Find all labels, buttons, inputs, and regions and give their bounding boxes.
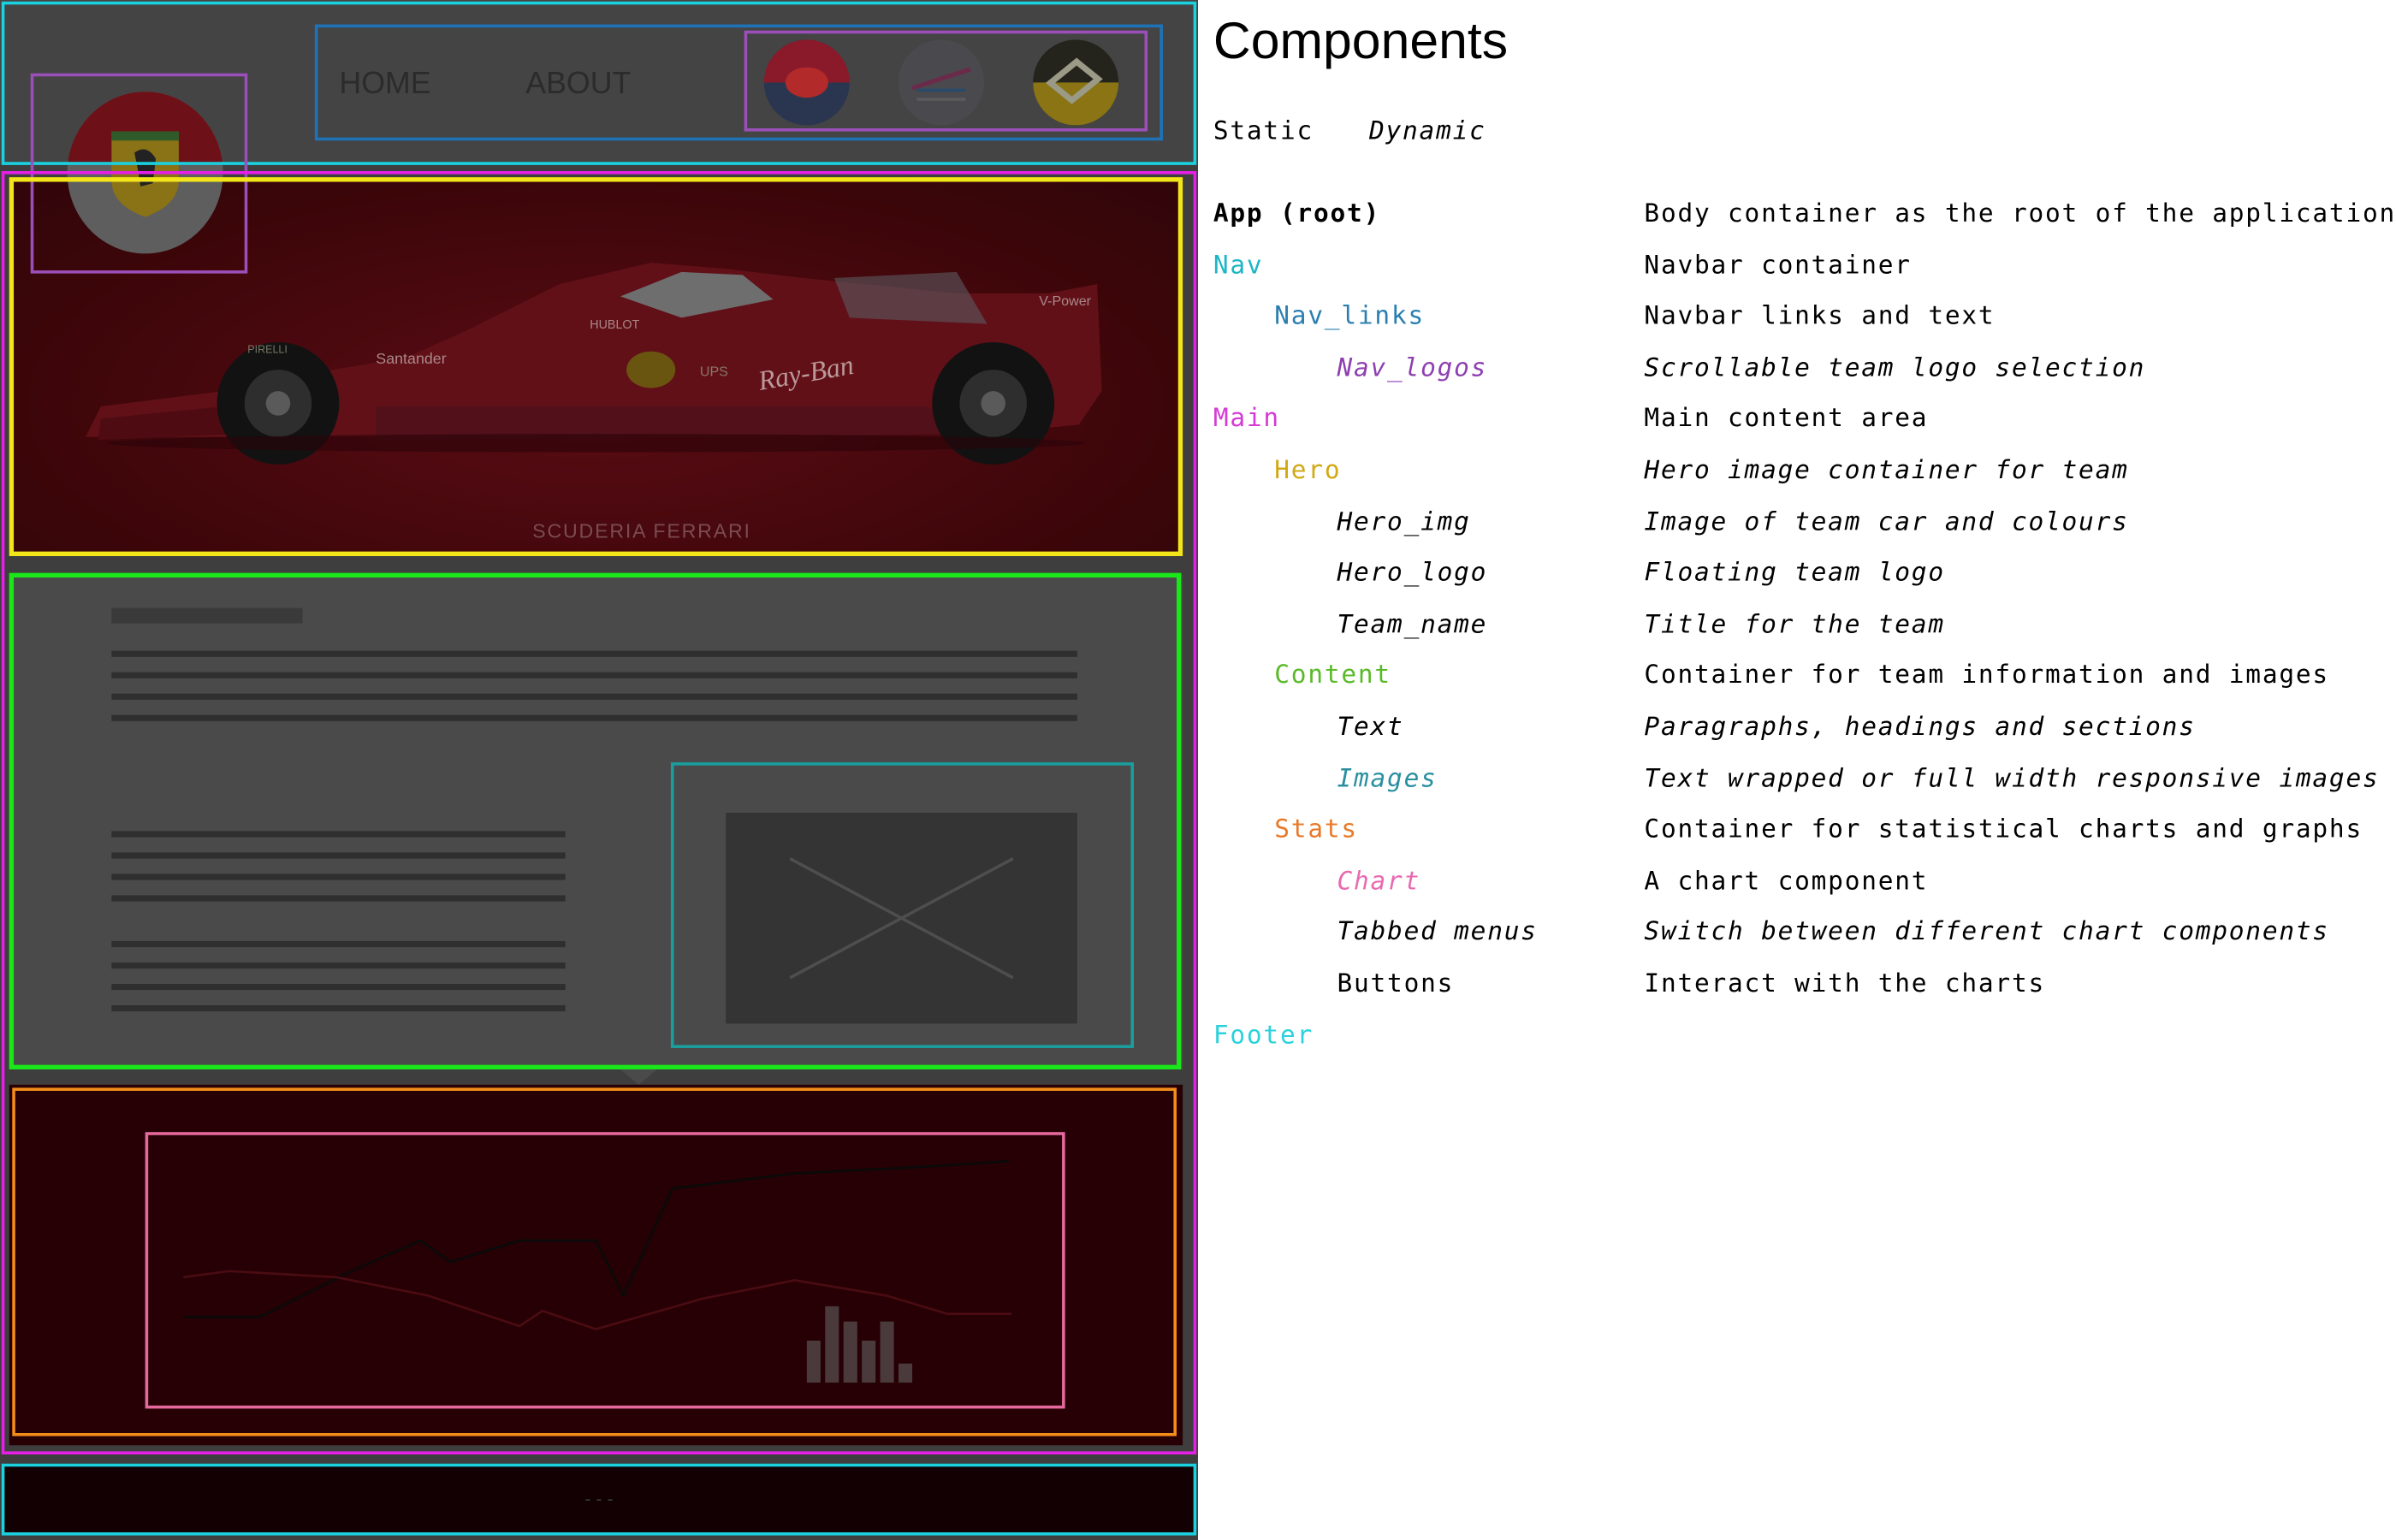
app-mockup: HOME ABOUT Santander HUBLOT Ray-Ban V-Po…	[0, 0, 1198, 1540]
footer-box	[1, 1463, 1197, 1536]
legend-component-9: Content	[1274, 660, 1391, 690]
chart-box	[145, 1132, 1065, 1409]
images-box	[670, 762, 1134, 1048]
legend-component-1: Nav	[1213, 250, 1264, 280]
legend-component-11: Images	[1337, 763, 1438, 793]
legend-description-10: Paragraphs, headings and sections	[1644, 712, 2196, 742]
legend-description-1: Navbar container	[1644, 250, 1912, 280]
legend-component-4: Main	[1213, 404, 1280, 434]
legend-description-6: Image of team car and colours	[1644, 506, 2129, 536]
legend-description-2: Navbar links and text	[1644, 301, 1996, 331]
legend-component-8: Team_name	[1337, 609, 1488, 639]
legend-component-12: Stats	[1274, 814, 1358, 844]
legend-component-16: Footer	[1213, 1020, 1314, 1050]
hero-box	[9, 177, 1183, 556]
components-diagram: HOME ABOUT Santander HUBLOT Ray-Ban V-Po…	[0, 0, 2396, 1540]
legend-description-8: Title for the team	[1644, 609, 1945, 639]
legend-description-9: Container for team information and image…	[1644, 660, 2329, 690]
legend-title: Components	[1213, 12, 1509, 71]
legend-component-3: Nav_logos	[1337, 352, 1488, 382]
legend-component-7: Hero_logo	[1337, 558, 1488, 588]
legend-component-0: App (root)	[1213, 198, 1381, 228]
legend-description-12: Container for statistical charts and gra…	[1644, 814, 2363, 844]
legend-description-5: Hero image container for team	[1644, 455, 2129, 485]
legend-description-0: Body container as the root of the applic…	[1644, 198, 2396, 228]
legend-component-6: Hero_img	[1337, 506, 1471, 536]
legend-component-5: Hero	[1274, 455, 1342, 485]
legend-description-13: A chart component	[1644, 866, 1929, 896]
legend-description-3: Scrollable team logo selection	[1644, 352, 2146, 382]
legend-description-11: Text wrapped or full width responsive im…	[1644, 763, 2380, 793]
legend-component-2: Nav_links	[1274, 301, 1425, 331]
legend-description-14: Switch between different chart component…	[1644, 917, 2329, 947]
legend-description-4: Main content area	[1644, 404, 1929, 434]
legend: Components Static Dynamic App (root) Body…	[1213, 0, 2396, 1540]
legend-component-13: Chart	[1337, 866, 1421, 896]
legend-component-14: Tabbed menus	[1337, 917, 1538, 947]
legend-component-10: Text	[1337, 712, 1404, 742]
static-label: Static	[1213, 116, 1314, 145]
dynamic-label: Dynamic	[1368, 116, 1486, 145]
nav-logos-box	[744, 30, 1148, 132]
legend-description-7: Floating team logo	[1644, 558, 1945, 588]
legend-description-15: Interact with the charts	[1644, 968, 2046, 998]
legend-component-15: Buttons	[1337, 968, 1455, 998]
